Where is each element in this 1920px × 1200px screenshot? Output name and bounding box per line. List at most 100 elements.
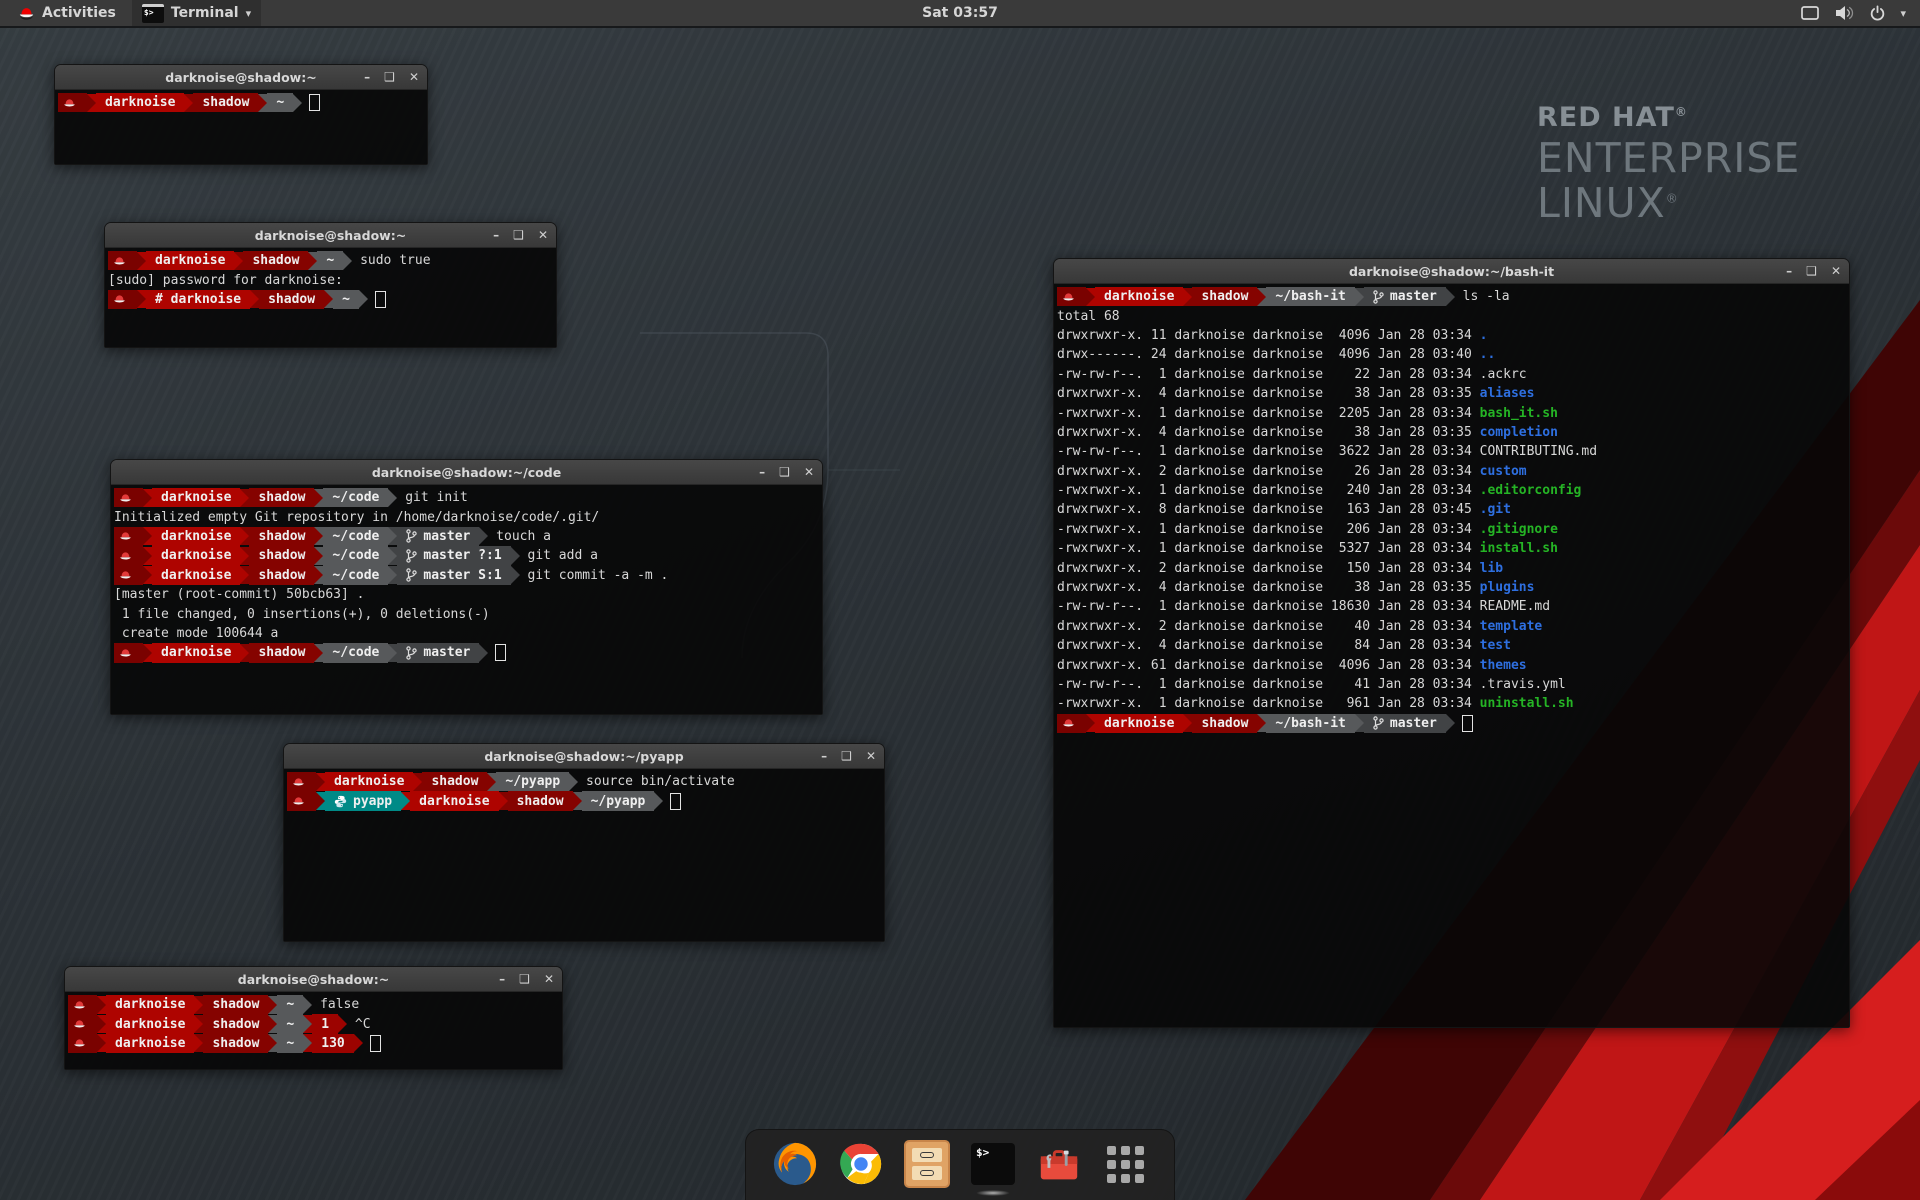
minimize-button[interactable]: – [499,972,505,986]
minimize-button[interactable]: – [759,465,765,479]
powerline-separator [293,94,302,112]
terminal-window-home-1[interactable]: darknoise@shadow:~ –❑✕ darknoiseshadow~ [54,64,428,165]
prompt-segment-path: ~ [277,1014,303,1033]
powerline-separator [143,489,152,507]
hat-icon [113,255,126,267]
window-titlebar[interactable]: darknoise@shadow:~/pyapp –❑✕ [284,744,884,769]
terminal-line: darknoiseshadow~ sudo true [108,251,556,270]
maximize-button[interactable]: ❑ [513,228,524,242]
minimize-button[interactable]: – [364,70,370,84]
terminal-window-sudo[interactable]: darknoise@shadow:~ –❑✕ darknoiseshadow~ … [104,222,557,348]
clock[interactable]: Sat 03:57 [922,5,998,21]
prompt-segment-darkred: shadow [203,1014,268,1033]
prompt-segment-darkred: shadow [508,791,573,810]
output-text: source bin/activate [578,774,735,789]
prompt-segment-path: ~/code [323,643,388,662]
output-text: CONTRIBUTING.md [1480,444,1597,459]
window-titlebar[interactable]: darknoise@shadow:~ –❑✕ [55,65,427,90]
prompt-segment-path: ~/pyapp [496,772,569,791]
file-name: . [1480,328,1488,343]
python-icon [334,795,347,808]
terminal-line: darknoiseshadow~/pyapp source bin/activa… [287,772,884,791]
chrome-icon[interactable] [838,1141,884,1187]
window-titlebar[interactable]: darknoise@shadow:~ –❑ ✕ [65,967,562,992]
firefox-icon[interactable] [772,1141,818,1187]
window-titlebar[interactable]: darknoise@shadow:~ –❑✕ [105,223,556,248]
display-icon[interactable] [1800,5,1820,21]
activities-button[interactable]: Activities [8,0,126,26]
maximize-button[interactable]: ❑ [519,972,530,986]
files-icon[interactable] [904,1141,950,1187]
chevron-down-icon[interactable]: ▾ [1900,7,1906,20]
window-titlebar[interactable]: darknoise@shadow:~/bash-it –❑✕ [1054,259,1849,284]
branch-icon [406,646,417,660]
prompt-segment-red: darknoise [325,772,413,791]
maximize-button[interactable]: ❑ [779,465,790,479]
volume-icon[interactable] [1834,5,1855,21]
powerline-separator [143,527,152,545]
prompt-segment-red: darknoise [106,1014,194,1033]
terminal-line: darknoiseshadow~ false [68,995,562,1014]
maximize-button[interactable]: ❑ [1806,264,1817,278]
prompt-segment-darkred: shadow [249,643,314,662]
minimize-button[interactable]: – [1786,264,1792,278]
terminal-window-pyapp[interactable]: darknoise@shadow:~/pyapp –❑✕ darknoisesh… [283,743,885,942]
minimize-button[interactable]: – [493,228,499,242]
close-button[interactable]: ✕ [544,972,554,986]
app-menu-terminal[interactable]: $> Terminal ▾ [132,0,261,26]
powerline-separator [240,566,249,584]
minimize-button[interactable]: – [821,749,827,763]
terminal-window-home-2[interactable]: darknoise@shadow:~ –❑ ✕ darknoiseshadow~ … [64,966,563,1070]
app-menu-label: Terminal [171,5,239,21]
terminal-line: darknoiseshadow~/codemaster touch a [114,527,822,546]
powerline-separator [1257,288,1266,306]
file-name: install.sh [1480,541,1558,556]
output-text: .travis.yml [1480,677,1566,692]
powerline-separator [487,773,496,791]
terminal-content[interactable]: darknoiseshadow~ [55,90,427,164]
output-text: ls -la [1455,289,1510,304]
prompt-segment-red: darknoise [410,791,498,810]
terminal-line: drwxrwxr-x. 4 darknoise darknoise 84 Jan… [1057,636,1849,655]
terminal-line: darknoiseshadow~/bash-itmaster ls -la [1057,287,1849,306]
output-text: -rwxrwxr-x. 1 darknoise darknoise 206 Ja… [1057,522,1480,537]
terminal-content[interactable]: darknoiseshadow~ sudo true[sudo] passwor… [105,248,556,347]
close-button[interactable]: ✕ [409,70,419,84]
output-text: drwxrwxr-x. 4 darknoise darknoise 38 Jan… [1057,425,1480,440]
terminal-content[interactable]: darknoise shadow~/pyapp source bin/activa… [284,769,884,941]
prompt-segment-darkred: shadow [203,1034,268,1053]
terminal-content[interactable]: darknoiseshadow~/bash-itmaster ls -la tot… [1054,284,1849,1027]
terminal-cursor [309,94,320,111]
prompt-segment-hat [1057,287,1086,306]
output-text: total 68 [1057,309,1120,324]
file-name: template [1480,619,1543,634]
output-text: touch a [488,529,551,544]
toolbox-icon[interactable] [1036,1141,1082,1187]
close-button[interactable]: ✕ [1831,264,1841,278]
terminal-window-code[interactable]: darknoise@shadow:~/code –❑✕ darknoisesha… [110,459,823,715]
close-button[interactable]: ✕ [538,228,548,242]
output-text: git commit -a -m . [520,568,669,583]
close-button[interactable]: ✕ [804,465,814,479]
window-titlebar[interactable]: darknoise@shadow:~/code –❑✕ [111,460,822,485]
maximize-button[interactable]: ❑ [384,70,395,84]
powerline-separator [1183,288,1192,306]
maximize-button[interactable]: ❑ [841,749,852,763]
powerline-separator [388,566,397,584]
app-grid-icon[interactable] [1102,1141,1148,1187]
output-text: -rw-rw-r--. 1 darknoise darknoise 22 Jan… [1057,367,1480,382]
terminal-cursor [670,793,681,810]
window-title: darknoise@shadow:~ [238,972,389,987]
prompt-segment-darkred: shadow [249,566,314,585]
powerline-separator [308,252,317,270]
powerline-separator [1183,714,1192,732]
output-text: -rw-rw-r--. 1 darknoise darknoise 41 Jan… [1057,677,1480,692]
close-button[interactable]: ✕ [866,749,876,763]
terminal-content[interactable]: darknoiseshadow~/code git initInitialize… [111,485,822,714]
power-icon[interactable] [1869,5,1886,22]
terminal-window-bash-it[interactable]: darknoise@shadow:~/bash-it –❑✕ darknoise… [1053,258,1850,1028]
output-text: -rwxrwxr-x. 1 darknoise darknoise 961 Ja… [1057,696,1480,711]
powerline-separator [324,290,333,308]
terminal-content[interactable]: darknoiseshadow~ falsedarknoiseshadow~1 … [65,992,562,1069]
terminal-launcher-icon[interactable]: $> [970,1141,1016,1187]
